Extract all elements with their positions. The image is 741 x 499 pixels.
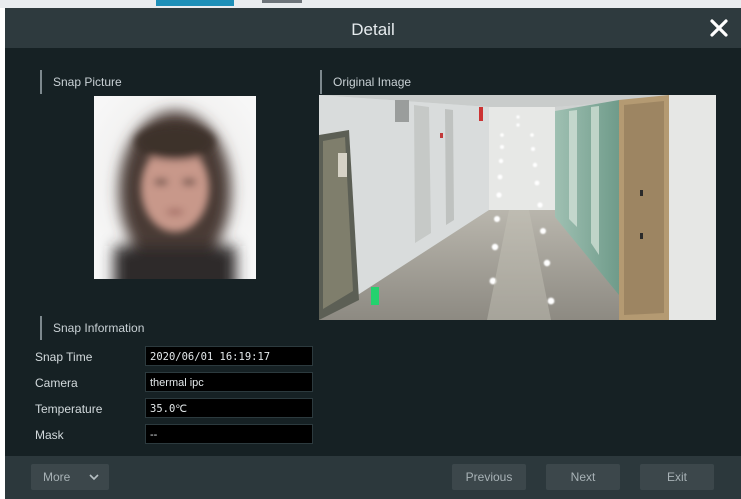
chevron-down-icon (89, 464, 99, 499)
next-button[interactable]: Next (546, 464, 620, 490)
temperature-value: 35.0℃ (145, 398, 313, 418)
mask-label: Mask (35, 428, 64, 442)
background-active-tab (156, 0, 234, 6)
close-button[interactable] (705, 14, 733, 42)
original-image-label: Original Image (320, 70, 411, 94)
temperature-label: Temperature (35, 402, 103, 416)
dialog-title: Detail (351, 20, 395, 39)
original-image (319, 95, 716, 320)
temperature-row: Temperature 35.0℃ (35, 398, 325, 420)
snap-picture-label: Snap Picture (40, 70, 122, 94)
camera-value: thermal ipc (145, 372, 313, 392)
background-tab (262, 0, 302, 3)
detail-dialog: Detail Snap Picture Original Image Snap … (5, 8, 741, 499)
camera-label: Camera (35, 376, 78, 390)
snap-time-row: Snap Time 2020/06/01 16:19:17 (35, 346, 325, 368)
snap-time-value: 2020/06/01 16:19:17 (145, 346, 313, 366)
mask-row: Mask -- (35, 424, 325, 446)
snap-picture (94, 96, 256, 279)
background-page-strip (0, 0, 741, 8)
previous-button[interactable]: Previous (452, 464, 526, 490)
exit-button[interactable]: Exit (640, 464, 714, 490)
snap-information-label: Snap Information (40, 316, 144, 340)
more-button[interactable]: More (31, 464, 109, 490)
close-icon (710, 19, 728, 37)
dialog-footer: More Previous Next Exit (5, 456, 741, 499)
title-bar: Detail (5, 8, 741, 48)
more-button-label: More (43, 470, 71, 484)
mask-value: -- (145, 424, 313, 444)
snap-time-label: Snap Time (35, 350, 93, 364)
camera-row: Camera thermal ipc (35, 372, 325, 394)
